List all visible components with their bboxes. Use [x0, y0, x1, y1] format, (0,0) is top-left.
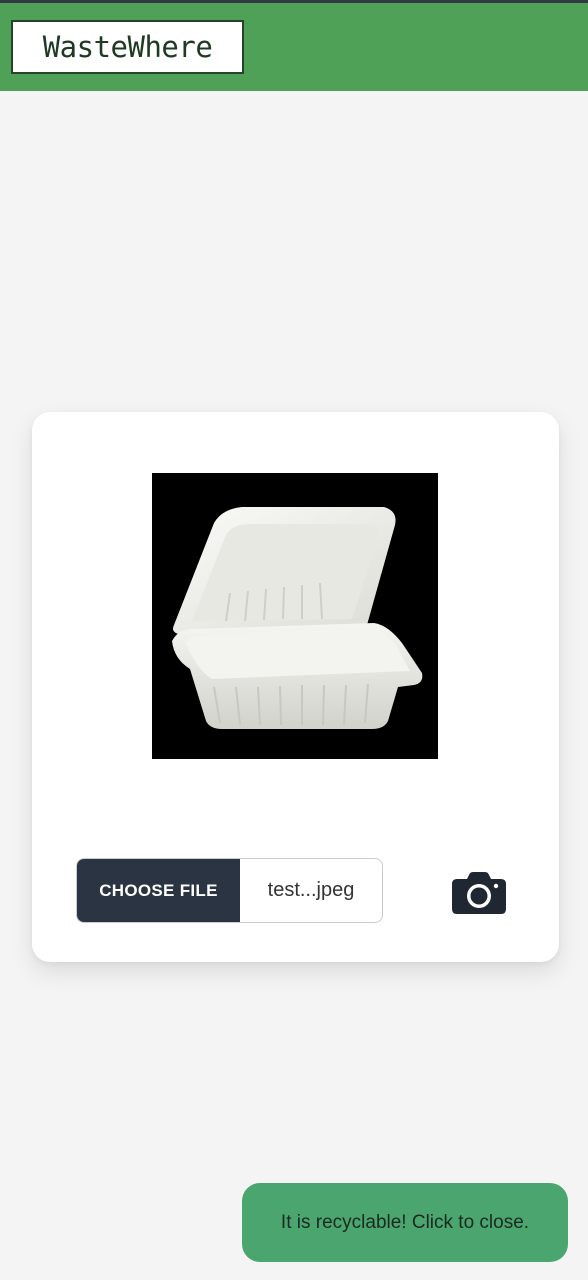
choose-file-button[interactable]: CHOOSE FILE [77, 859, 240, 922]
camera-icon[interactable] [451, 871, 507, 915]
upload-card: CHOOSE FILE test...jpeg [32, 412, 559, 962]
file-input-group: CHOOSE FILE test...jpeg [76, 858, 383, 923]
selected-file-name: test...jpeg [267, 879, 355, 901]
result-toast[interactable]: It is recyclable! Click to close. [242, 1183, 568, 1262]
app-logo[interactable]: WasteWhere [11, 20, 244, 74]
image-preview [152, 473, 438, 759]
app-header: WasteWhere [0, 3, 588, 91]
container-image [172, 507, 423, 729]
